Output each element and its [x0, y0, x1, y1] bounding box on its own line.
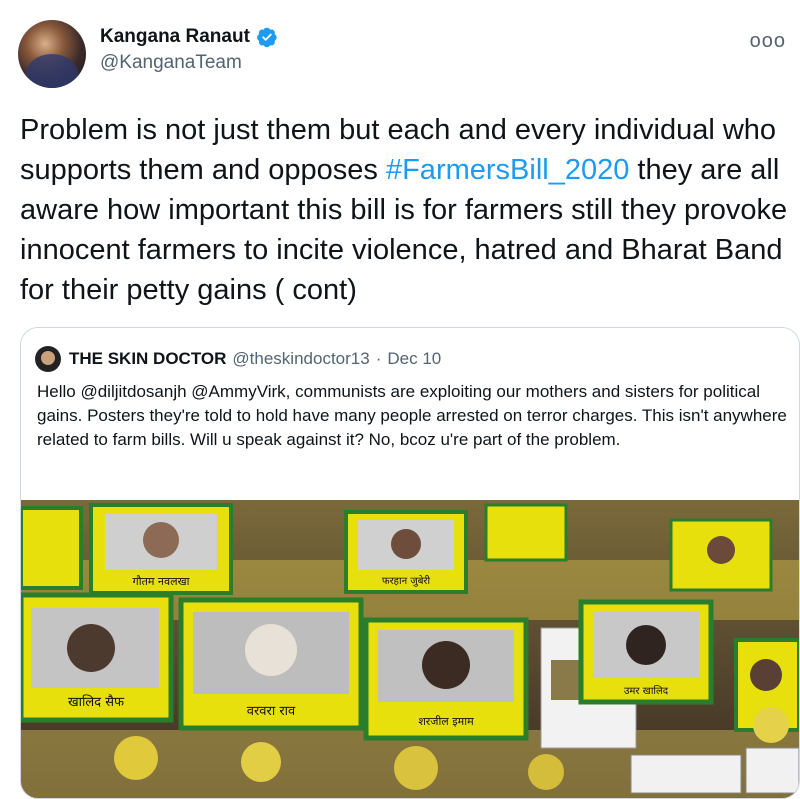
placard-bottom-1: [630, 754, 742, 794]
poster-top-left: [21, 506, 83, 590]
poster-1-caption: गौतम नवलखा: [133, 575, 190, 588]
crowd-head-4: [528, 754, 564, 790]
quoted-text: Hello @diljitdosanjh @AmmyVirk, communis…: [37, 382, 787, 449]
poster-4-caption: वरवरा राव: [247, 704, 296, 719]
tweet-card: Kangana Ranaut @KanganaTeam ooo Problem …: [0, 0, 800, 799]
crowd-head-5: [753, 707, 789, 743]
poster-3-caption: खालिद सैफ: [68, 694, 125, 710]
quoted-tweet[interactable]: THE SKIN DOCTOR @theskindoctor13 · Dec 1…: [20, 327, 800, 799]
tweet-header: Kangana Ranaut @KanganaTeam: [18, 20, 278, 88]
poster-5-caption: शरजील इमाम: [418, 715, 474, 728]
quoted-date[interactable]: Dec 10: [387, 349, 441, 369]
quoted-avatar[interactable]: [35, 346, 61, 372]
author-display-name[interactable]: Kangana Ranaut: [100, 26, 278, 48]
verified-badge-icon: [257, 27, 277, 48]
poster-2: फरहान जुबेरी: [344, 510, 468, 594]
crowd-head-3: [394, 746, 438, 790]
poster-5: शरजील इमाम: [363, 617, 529, 741]
crowd-head-2: [241, 742, 281, 782]
poster-2-caption: फरहान जुबेरी: [382, 575, 431, 587]
poster-3: खालिद सैफ: [21, 592, 174, 723]
poster-1: गौतम नवलखा: [89, 503, 233, 595]
poster-6-caption: उमर खालिद: [624, 685, 669, 697]
crowd-head-1: [114, 736, 158, 780]
poster-top-mid: [484, 503, 568, 562]
more-options-icon[interactable]: ooo: [750, 30, 786, 53]
poster-6: उमर खालिद: [578, 599, 714, 705]
poster-4: वरवरा राव: [178, 597, 364, 731]
author-names: Kangana Ranaut @KanganaTeam: [100, 26, 278, 74]
placard-bottom-2: [745, 747, 799, 794]
poster-top-right-face: [707, 536, 735, 564]
tweet-text: Problem is not just them but each and ev…: [20, 110, 790, 310]
protest-photo[interactable]: गौतम नवलखा फरहान जुबेरी खालिद सैफ वरवरा …: [21, 500, 799, 798]
quoted-author-handle[interactable]: @theskindoctor13: [232, 349, 369, 369]
quoted-separator: ·: [375, 349, 382, 368]
quoted-author-name[interactable]: THE SKIN DOCTOR: [69, 349, 226, 369]
hashtag-link[interactable]: #FarmersBill_2020: [386, 154, 629, 186]
quoted-header: THE SKIN DOCTOR @theskindoctor13 · Dec 1…: [35, 346, 441, 372]
author-avatar[interactable]: [18, 20, 86, 88]
author-handle[interactable]: @KanganaTeam: [100, 52, 278, 74]
poster-right-face: [750, 659, 782, 691]
author-name-text[interactable]: Kangana Ranaut: [100, 26, 250, 48]
